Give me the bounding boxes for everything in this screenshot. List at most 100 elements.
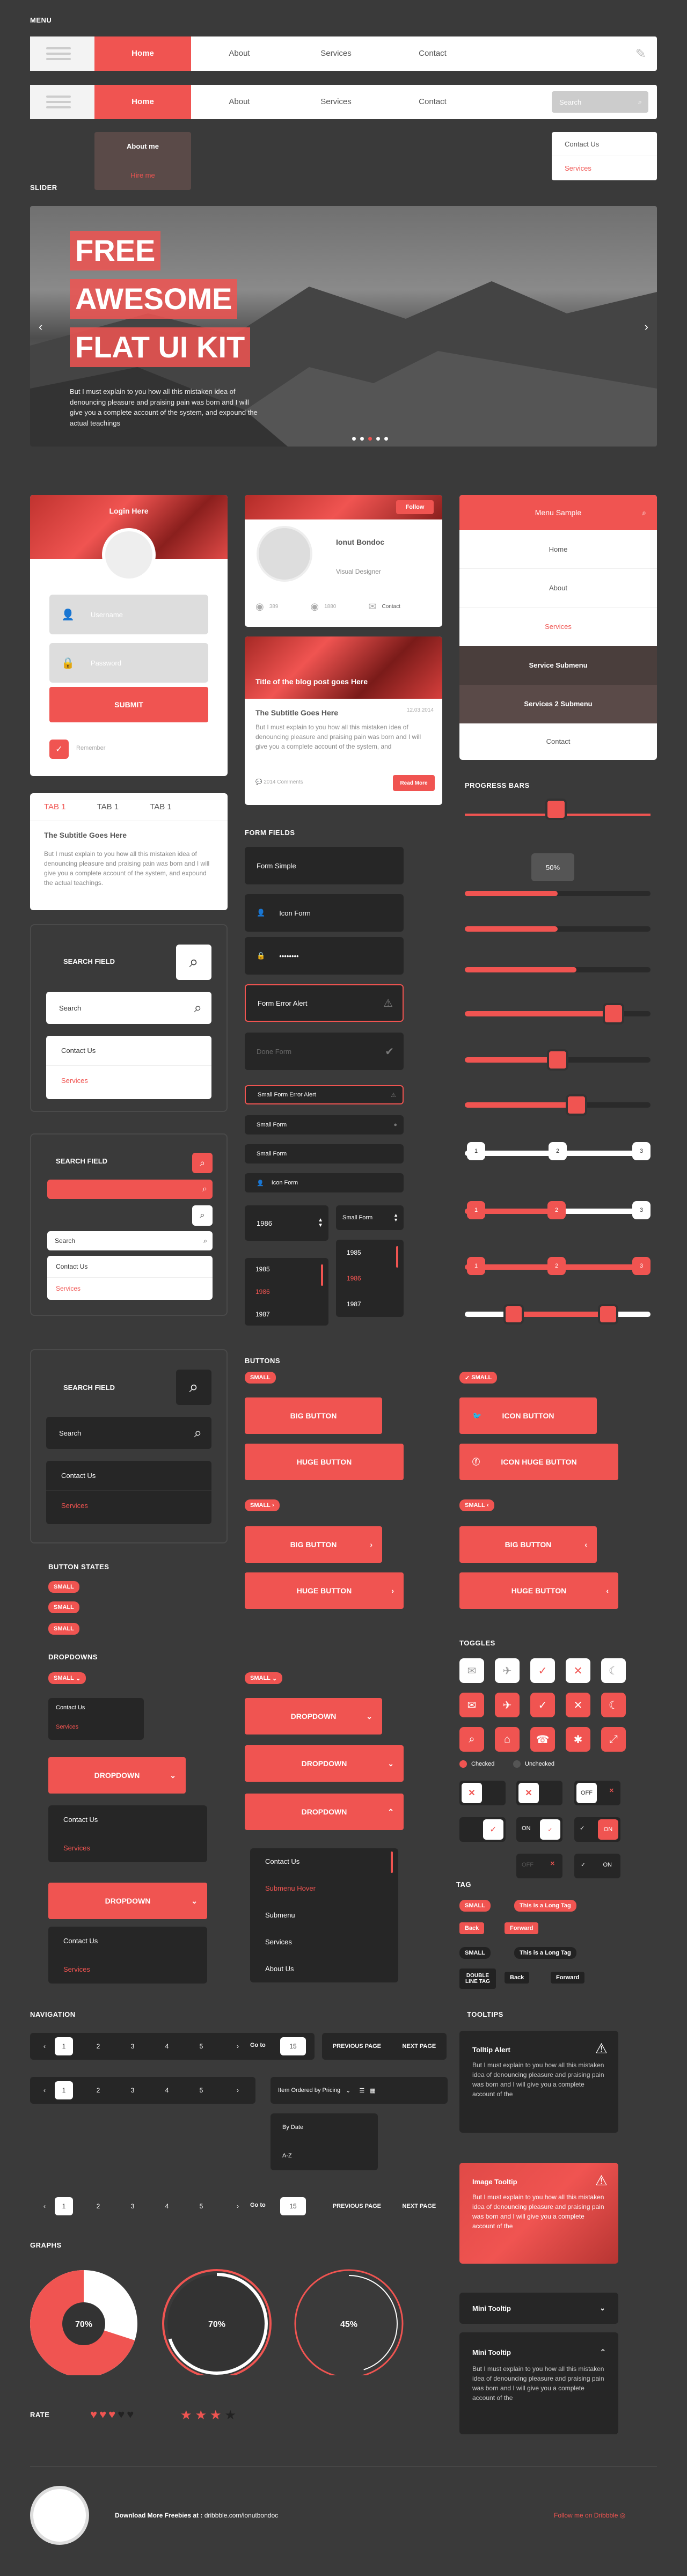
heart-icon[interactable]: ♥ [108,2407,115,2421]
phone-icon[interactable]: ☎ [530,1727,555,1752]
dropdown-option[interactable]: Contact Us [48,1927,207,1955]
heart-rating[interactable]: ♥ ♥ ♥ ♥ ♥ [90,2407,134,2421]
menu-sample-submenu-2[interactable]: Services 2 Submenu [459,685,657,723]
switch-on-3[interactable]: ✓ ON [574,1854,620,1878]
year-option-selected[interactable]: 1986 [336,1265,404,1291]
star-icon[interactable]: ★ [210,2407,222,2423]
page-5[interactable]: 5 [192,2081,210,2099]
footer-link[interactable]: dribbble.com/ionutbondoc [204,2512,278,2519]
heart-icon[interactable]: ♥ [99,2407,106,2421]
form-done[interactable]: Done Form ✔ [245,1033,404,1070]
small-icon-button[interactable]: ✓ SMALL [459,1372,498,1384]
switch-x-2[interactable]: ✕ [516,1781,562,1805]
facebook-icon[interactable]: ◉ [310,601,319,612]
mail-icon[interactable]: ✉ [368,601,376,612]
password-field[interactable]: 🔒 Password [49,643,208,683]
dropdown-option[interactable]: Services [250,1929,398,1956]
close-icon[interactable]: ✕ [566,1658,590,1683]
search-icon[interactable]: ⌕ [638,98,642,106]
read-more-button[interactable]: Read More [393,775,435,791]
chevron-right-icon[interactable]: › [229,2037,247,2055]
icon-button[interactable]: 🐦 ICON BUTTON [459,1397,597,1434]
plane-icon[interactable]: ✈ [495,1658,520,1683]
page-2[interactable]: 2 [89,2197,107,2215]
small-form-1[interactable]: Small Form ● [245,1115,404,1135]
pencil-icon[interactable]: ✎ [635,46,646,62]
menu-sample-home[interactable]: Home [459,530,657,569]
scrollbar[interactable] [391,1851,393,1873]
page-4[interactable]: 4 [158,2037,176,2055]
search-icon[interactable]: ⌕ [192,1205,213,1226]
progress-bar[interactable] [465,891,651,896]
next-page-link[interactable]: NEXT PAGE [402,2203,436,2209]
small-form-error[interactable]: Small Form Error Alert ⚠ [245,1085,404,1104]
menu-sample-contact[interactable]: Contact [459,723,657,760]
state-button-2[interactable]: SMALL [48,1601,79,1613]
stepper-icon[interactable]: ▲ ▼ [318,1218,323,1228]
menu-search-input[interactable]: Search ⌕ [552,91,648,113]
chevron-right-icon[interactable]: › [229,2197,247,2215]
goto-input[interactable]: 15 [280,2197,306,2215]
submenu-item-about[interactable]: About me [94,132,191,161]
tab-3[interactable]: TAB 1 [150,802,172,811]
submenu-item-services[interactable]: Services [552,156,657,180]
progress-handle[interactable] [545,799,567,820]
page-2[interactable]: 2 [89,2081,107,2099]
menu-item-contact[interactable]: Contact [384,85,481,119]
hamburger-icon[interactable] [30,36,94,71]
dropdown-option[interactable]: About Us [250,1956,398,1982]
switch-on-2[interactable]: ✓ ON [574,1817,620,1842]
result-services[interactable]: Services [47,1278,213,1300]
tag-small-dark[interactable]: SMALL [459,1947,491,1959]
menu-item-about[interactable]: About [191,36,288,71]
dropdown-center-3[interactable]: DROPDOWN ⌃ [245,1794,404,1830]
result-services[interactable]: Services [46,1066,211,1096]
range-step-3[interactable]: 3 [632,1142,651,1160]
page-1[interactable]: 1 [55,2081,73,2099]
icon-form[interactable]: 👤 Icon Form [245,894,404,932]
range-step-2[interactable]: 2 [547,1201,566,1219]
switch-off-2[interactable]: OFF ✕ [516,1854,562,1878]
search-input-red[interactable]: ⌕ [47,1180,213,1199]
chevron-down-icon[interactable]: ⌄ [346,2087,350,2094]
switch-on[interactable]: ON ✓ [516,1817,562,1842]
big-back-button[interactable]: BIG BUTTON ‹ [459,1526,597,1563]
year-option[interactable]: 1985 [336,1240,404,1265]
search-icon[interactable]: ⌕ [176,1370,211,1405]
range-step-3[interactable]: 3 [632,1257,651,1275]
mail-icon[interactable]: ✉ [459,1693,484,1717]
check-icon[interactable]: ✓ [530,1658,555,1683]
tag-long[interactable]: This is a Long Tag [514,1900,576,1912]
page-3[interactable]: 3 [123,2037,142,2055]
order-select[interactable]: Item Ordered by Pricing ⌄ ☰ ▦ [271,2077,448,2104]
small-arrow-button[interactable]: SMALL ‹ [459,1499,494,1511]
twitter-icon[interactable]: ◉ [255,601,264,612]
star-icon[interactable]: ★ [225,2407,237,2423]
tag-small[interactable]: SMALL [459,1900,491,1912]
dual-range-handle-right[interactable] [598,1304,618,1324]
submenu-item-hire[interactable]: Hire me [94,161,191,190]
range-step-3[interactable]: 3 [632,1201,651,1219]
dropdown-option[interactable]: Services [48,1955,207,1984]
list-view-icon[interactable]: ☰ [359,2087,364,2094]
star-rating[interactable]: ★ ★ ★ ★ [180,2407,236,2423]
menu-item-services[interactable]: Services [288,36,384,71]
follow-button[interactable]: Follow [396,500,434,514]
switch-check[interactable]: ✓ [459,1817,506,1842]
form-error[interactable]: Form Error Alert ⚠ [245,984,404,1022]
tag-forward[interactable]: Forward [505,1922,539,1934]
menu-item-home[interactable]: Home [94,85,191,119]
result-services[interactable]: Services [46,1491,211,1521]
big-button[interactable]: BIG BUTTON [245,1397,382,1434]
stepper-icon[interactable]: ▲ ▼ [393,1213,398,1223]
result-contact[interactable]: Contact Us [47,1256,213,1278]
search-input[interactable]: Search ⌕ [47,1231,213,1250]
small-icon-form[interactable]: 👤 Icon Form [245,1173,404,1192]
menu-item-about[interactable]: About [191,85,288,119]
tab-2[interactable]: TAB 1 [97,802,119,811]
year-option[interactable]: 1987 [245,1303,328,1326]
submit-button[interactable]: SUBMIT [49,687,208,722]
small-dropdown[interactable]: SMALL ⌄ [48,1672,86,1684]
menu-item-home[interactable]: Home [94,36,191,71]
chevron-down-icon[interactable]: ⌄ [600,2304,605,2312]
